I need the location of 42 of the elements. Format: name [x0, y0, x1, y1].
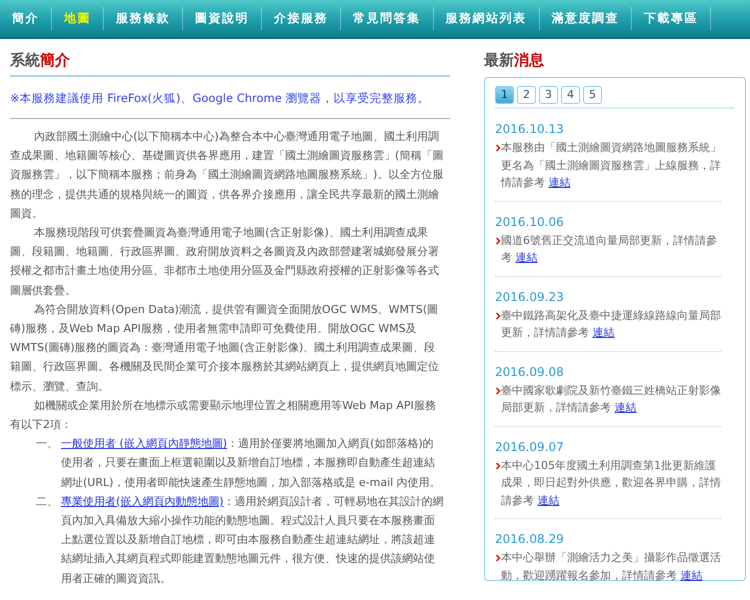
chevron-icon — [495, 144, 501, 152]
page-button[interactable]: 2 — [517, 86, 536, 104]
news-text: 本中心105年度國土利用調查第1批更新維護成果，即日起對外供應，歡迎各界申購，詳情請參考 連結 — [501, 458, 721, 508]
list-item-text: 一般使用者 (嵌入網頁內靜態地圖)：適用於僅要將地圖加入網頁(如部落格)的使用者，只要在畫面上框選範圍以及新增自訂地標，本服務即自動產生超連結網址(URL)，使用者即能快速產生靜態地圖，加入部落格或是 e-mail 內使用。 — [61, 436, 442, 491]
chevron-icon — [495, 462, 501, 470]
intro-paragraph: 內政部國土測繪中心(以下簡稱本中心)為整合本中心臺灣通用電子地圖、國土利用調查成果圖、地籍圖等核心、基礎圖資供各界應用，建置「國土測繪圖資服務雲」(簡稱「圖資服務雲」，以下簡稱本服務；前身為「國土測繪圖資網路地圖服務系統」)。以全方位服務的理念，提供共通的規格與統一的圖資，供各界介接應用，讓全民共享最新的國土測繪圖資。 — [10, 129, 444, 222]
chevron-icon — [495, 386, 501, 394]
chevron-icon — [495, 236, 501, 244]
chevron-icon — [495, 554, 501, 562]
page-button[interactable]: 3 — [539, 86, 558, 104]
news-link[interactable]: 連結 — [614, 401, 636, 414]
chevron-icon — [495, 312, 501, 320]
news-date: 2016.09.23 — [495, 290, 565, 304]
list-item-text: 專業使用者(嵌入網頁內動態地圖)：適用於網頁設計者，可輕易地在其設計的網頁內加入具備放大縮小操作功能的動態地圖。程式設計人員只要在本服務畫面上點選位置以及新增自訂地標，即可由本服務自動產生超連結網址，將該超連結網址插入其網頁程式即能建置動態地圖元件，很方便、快速的提供該網站使用者正確的圖資資訊。 — [61, 494, 445, 587]
news-date: 2016.08.29 — [495, 532, 565, 546]
user-type-link[interactable]: 一般使用者 (嵌入網頁內靜態地圖) — [61, 437, 228, 450]
news-text: 本中心舉辦「測繪活力之美」攝影作品徵選活動，歡迎踴躍報名參加，詳情請參考 連結 — [501, 550, 721, 584]
news-link[interactable]: 連結 — [592, 326, 614, 339]
section-heading: 最新消息 — [484, 51, 545, 70]
intro-paragraph: 本服務現階段可供套疊圖資為臺灣通用電子地圖(含正射影像)、國土利用調查成果圖、段籍圖、地籍圖、行政區界圖、政府開放資料之各圖資及內政部營建署城鄉發展分署授權之都市計畫土地使用分區、非都市土地使用分區及金門縣政府授權的正射影像等各式圖層供套疊。 — [10, 225, 440, 299]
news-text: 臺中國家歌劇院及新竹臺鐵三姓橋站正射影像局部更新，詳情請參考 連結 — [501, 382, 721, 416]
browser-notice: ※本服務建議使用 FireFox(火狐)、Google Chrome 瀏覽器，以享受完整服務。 — [10, 91, 430, 106]
page-button[interactable]: 1 — [495, 86, 514, 104]
intro-paragraph: 為符合開放資料(Open Data)潮流，提供管有圖資全面開放OGC WMS、WMTS(圖磚)服務，及Web Map API服務，使用者無需申請即可免費使用。開放OGC WMS及WMTS(圖磚)服務的圖資為：臺灣通用電子地圖(含正射影像)、國土利用調查成果圖、段籍圖、行政區界圖。各機關及民間企業可介接本服務於其網站網頁上，提供網頁地圖定位標示、瀏覽、查詢。 — [10, 302, 440, 395]
page-button[interactable]: 4 — [561, 86, 580, 104]
news-text: 國道6號舊正交流道向量局部更新，詳情請參考 連結 — [501, 232, 718, 266]
news-text: 臺中鐵路高架化及臺中捷運綠線路線向量局部更新，詳情請參考 連結 — [501, 308, 721, 341]
intro-paragraph: 如機關或企業用於所在地標示或需要顯示地理位置之相關應用等Web Map API服務有以下2項： — [10, 398, 437, 434]
page-button[interactable]: 5 — [583, 86, 602, 104]
news-link[interactable]: 連結 — [680, 568, 702, 582]
news-link[interactable]: 連結 — [516, 251, 538, 264]
news-date: 2016.09.07 — [495, 440, 565, 454]
list-ordinal: 一、 — [36, 436, 59, 452]
news-date: 2016.10.13 — [495, 122, 565, 136]
list-ordinal: 二、 — [36, 494, 59, 510]
news-text: 本服務由「國土測繪圖資網路地圖服務系統」更名為「國土測繪圖資服務雲」上線服務，詳情請參考 連結 — [501, 140, 721, 191]
user-type-link[interactable]: 專業使用者(嵌入網頁內動態地圖) — [61, 494, 224, 508]
news-date: 2016.10.06 — [495, 214, 565, 228]
news-date: 2016.09.08 — [495, 364, 565, 378]
section-heading: 系統簡介 — [10, 51, 450, 77]
news-link[interactable]: 連結 — [548, 176, 570, 189]
news-link[interactable]: 連結 — [538, 494, 560, 506]
